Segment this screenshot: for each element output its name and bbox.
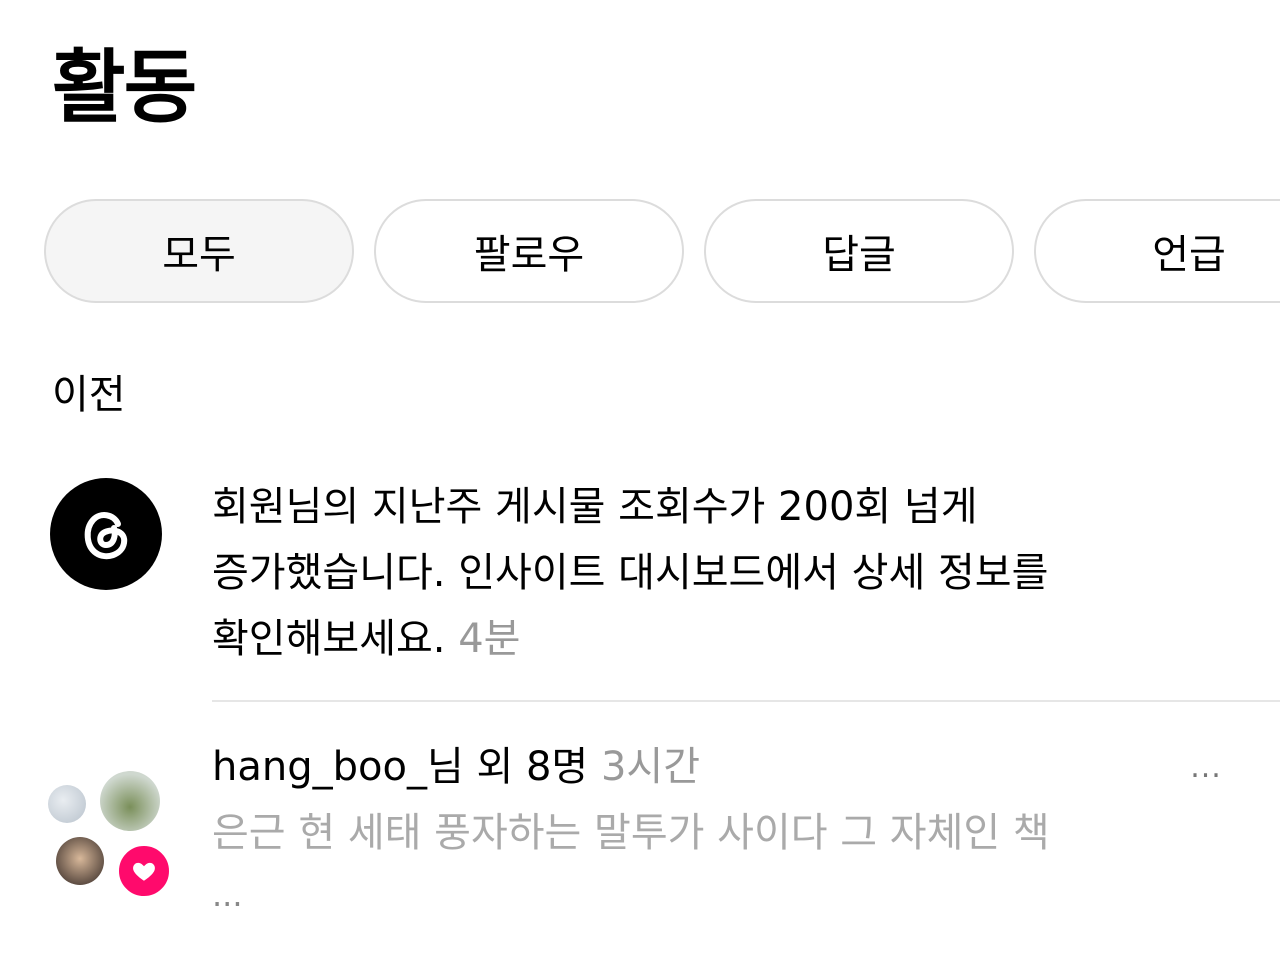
post-preview[interactable]: 은근 현 세태 풍자하는 말투가 사이다 그 자체인 책 [212, 803, 1050, 863]
avatar [48, 785, 86, 823]
notification-time: 3시간 [600, 744, 701, 790]
notification-time: 4분 [458, 616, 521, 662]
avatar [56, 837, 104, 885]
page-title: 활동 [52, 41, 197, 134]
avatar-cluster[interactable] [48, 771, 178, 901]
tab-replies[interactable]: 답글 [704, 199, 1014, 303]
preview-ellipsis: ... [212, 876, 243, 914]
more-options-button[interactable]: ... [1184, 747, 1228, 787]
notification-line: 회원님의 지난주 게시물 조회수가 200회 넘게 [212, 484, 978, 530]
threads-logo-icon [50, 478, 162, 590]
liker-names[interactable]: hang_boo_님 외 8명 [212, 744, 588, 790]
notification-item[interactable]: 회원님의 지난주 게시물 조회수가 200회 넘게 증가했습니다. 인사이트 대… [0, 474, 1280, 702]
notification-title: hang_boo_님 외 8명 3시간 [212, 737, 700, 797]
section-label: 이전 [52, 372, 126, 418]
notification-line-text: 확인해보세요. [212, 616, 446, 662]
notification-item[interactable]: hang_boo_님 외 8명 3시간 은근 현 세태 풍자하는 말투가 사이다… [0, 703, 1280, 966]
filter-tabs: 모두 팔로우 답글 언급 [44, 199, 1280, 303]
notification-line: 증가했습니다. 인사이트 대시보드에서 상세 정보를 [212, 550, 1049, 596]
avatar [100, 771, 160, 831]
tab-mentions[interactable]: 언급 [1034, 199, 1280, 303]
divider [212, 700, 1280, 702]
heart-icon [116, 843, 172, 899]
tab-all[interactable]: 모두 [44, 199, 354, 303]
notification-text: 회원님의 지난주 게시물 조회수가 200회 넘게 증가했습니다. 인사이트 대… [212, 474, 1232, 672]
notification-line: 확인해보세요. 4분 [212, 606, 1232, 672]
tab-follow[interactable]: 팔로우 [374, 199, 684, 303]
